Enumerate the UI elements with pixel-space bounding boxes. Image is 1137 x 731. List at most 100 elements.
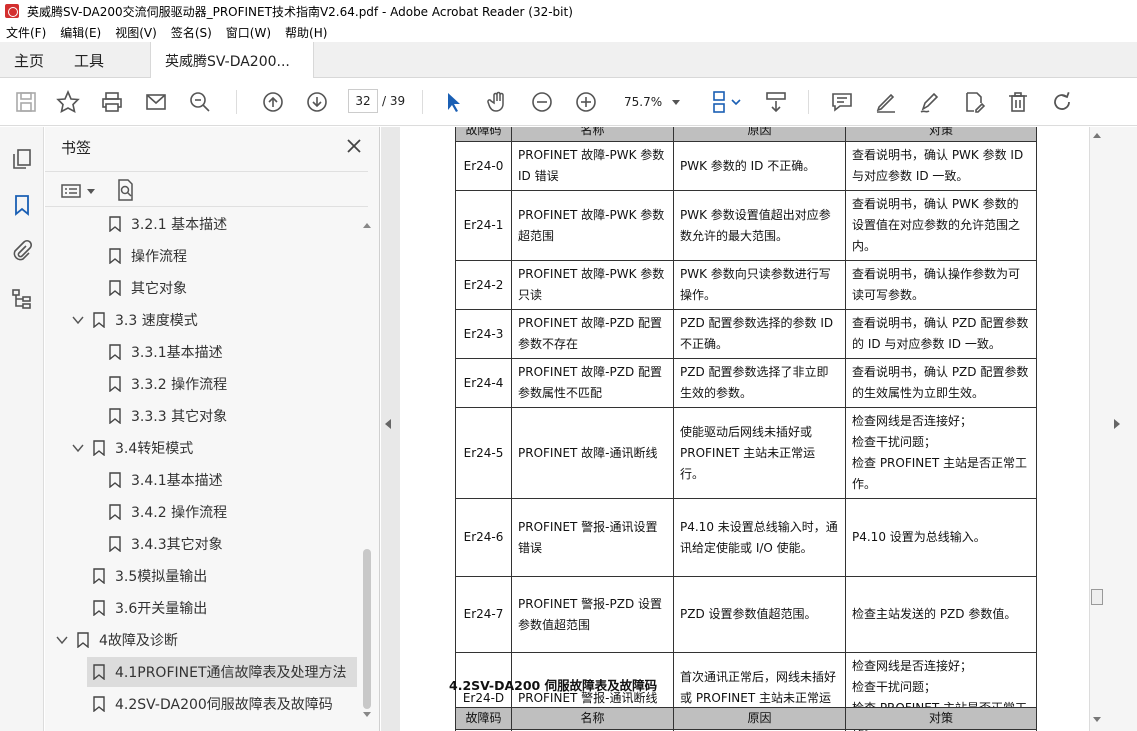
save-icon[interactable]: [12, 88, 40, 116]
fault-code: Er24-6: [455, 498, 512, 577]
bookmark-options-button[interactable]: [61, 180, 97, 202]
bookmark-item[interactable]: 操作流程: [109, 241, 187, 271]
bookmark-item[interactable]: 4故障及诊断: [55, 625, 178, 655]
menu-view[interactable]: 视图(V): [115, 24, 157, 41]
chevron-down-icon[interactable]: [71, 313, 85, 327]
collapse-left-panel-icon[interactable]: [385, 419, 391, 429]
hand-tool-icon[interactable]: [484, 88, 512, 116]
fault-code: Er24-2: [455, 260, 512, 310]
bookmark-label: 3.4转矩模式: [115, 441, 194, 457]
bookmark-item[interactable]: 3.3.2 操作流程: [109, 369, 227, 399]
menu-sign[interactable]: 签名(S): [171, 24, 212, 41]
chevron-down-icon[interactable]: [55, 633, 69, 647]
menu-edit[interactable]: 编辑(E): [60, 24, 101, 41]
bookmark-star-icon[interactable]: [54, 88, 82, 116]
document-scrollbar[interactable]: [1089, 127, 1105, 731]
delete-trash-icon[interactable]: [1004, 88, 1032, 116]
bookmark-item[interactable]: 3.3 速度模式: [71, 305, 198, 335]
chevron-down-icon: [87, 188, 95, 194]
bookmarks-panel-icon[interactable]: [8, 191, 36, 219]
zoom-search-icon[interactable]: [186, 88, 214, 116]
fault-action: P4.10 设置为总线输入。: [845, 498, 1037, 577]
expand-right-panel-icon[interactable]: [1114, 419, 1120, 429]
fault-code: Er24-3: [455, 309, 512, 359]
highlight-pen-icon[interactable]: [872, 88, 900, 116]
chevron-down-icon[interactable]: [71, 441, 85, 455]
scroll-up-icon[interactable]: [1093, 133, 1101, 138]
rotate-icon[interactable]: [1048, 88, 1076, 116]
table-header-cell: 原因: [673, 707, 846, 730]
bookmark-label: 4故障及诊断: [99, 633, 178, 649]
bookmark-icon: [109, 504, 121, 520]
bookmark-label: 4.2SV-DA200伺服故障表及故障码: [115, 697, 333, 713]
bookmark-item[interactable]: 3.4.2 操作流程: [109, 497, 227, 527]
scroll-down-icon[interactable]: [363, 712, 371, 717]
bookmark-item[interactable]: 3.3.1基本描述: [109, 337, 223, 367]
scroll-mode-icon[interactable]: [762, 88, 790, 116]
bookmark-icon: [109, 408, 121, 424]
fault-action: 查看说明书，确认 PZD 配置参数的生效属性为立即生效。: [845, 358, 1037, 408]
zoom-in-icon[interactable]: [572, 88, 600, 116]
menu-window[interactable]: 窗口(W): [226, 24, 271, 41]
table-header-row: 故障码 名称 原因 对策: [455, 707, 1037, 730]
title-bar: 英威腾SV-DA200交流伺服驱动器_PROFINET技术指南V2.64.pdf…: [0, 0, 1137, 22]
menu-file[interactable]: 文件(F): [6, 24, 46, 41]
attachments-icon[interactable]: [8, 237, 36, 265]
print-icon[interactable]: [98, 88, 126, 116]
bookmark-item[interactable]: 3.5模拟量输出: [93, 561, 207, 591]
fault-cause: 使能驱动后网线未插好或 PROFINET 主站未正常运行。: [673, 407, 846, 499]
zoom-level-value: 75.7%: [624, 95, 663, 109]
bookmark-item[interactable]: 3.2.1 基本描述: [109, 209, 227, 239]
close-icon[interactable]: [345, 137, 363, 155]
fault-action: 查看说明书，确认操作参数为可读可写参数。: [845, 260, 1037, 310]
bookmark-item[interactable]: 4.2SV-DA200伺服故障表及故障码: [93, 689, 333, 719]
bookmark-item[interactable]: 3.4.3其它对象: [109, 529, 223, 559]
bookmarks-scrollbar[interactable]: [360, 209, 374, 729]
menu-bar: 文件(F) 编辑(E) 视图(V) 签名(S) 窗口(W) 帮助(H): [0, 22, 1137, 42]
tab-tools[interactable]: 工具: [74, 42, 104, 78]
bookmark-icon: [109, 344, 121, 360]
edit-pdf-icon[interactable]: [960, 88, 988, 116]
scrollbar-thumb[interactable]: [1091, 589, 1103, 605]
next-page-icon[interactable]: [303, 88, 331, 116]
fault-cause: PZD 配置参数选择了非立即生效的参数。: [673, 358, 846, 408]
structure-tree-icon[interactable]: [8, 285, 36, 313]
bookmark-item[interactable]: 3.4转矩模式: [71, 433, 193, 463]
find-bookmark-icon[interactable]: [113, 178, 137, 202]
scroll-up-icon[interactable]: [363, 223, 371, 228]
tab-home[interactable]: 主页: [14, 42, 44, 78]
bookmarks-panel-title: 书签: [61, 139, 92, 157]
bookmark-item[interactable]: 其它对象: [109, 273, 187, 303]
tab-document[interactable]: 英威腾SV-DA200...: [150, 42, 314, 79]
bookmark-item[interactable]: 3.4.1基本描述: [109, 465, 223, 495]
page-view-icon[interactable]: [706, 88, 746, 116]
menu-help[interactable]: 帮助(H): [285, 24, 327, 41]
zoom-level-select[interactable]: 75.7%: [612, 91, 692, 113]
zoom-out-icon[interactable]: [528, 88, 556, 116]
bookmark-item-selected[interactable]: 4.1PROFINET通信故障表及处理方法: [87, 657, 357, 687]
scroll-down-icon[interactable]: [1093, 717, 1101, 722]
bookmark-item[interactable]: 3.6开关量输出: [93, 593, 207, 623]
table-row: Er24-5 PROFINET 故障-通讯断线 使能驱动后网线未插好或 PROF…: [455, 407, 1037, 499]
scrollbar-thumb[interactable]: [363, 549, 371, 709]
email-icon[interactable]: [142, 88, 170, 116]
bookmark-item[interactable]: 3.3.3 其它对象: [109, 401, 227, 431]
fault-name: PROFINET 故障-PWK 参数超范围: [511, 190, 674, 261]
fault-name: PROFINET 故障-PWK 参数 ID 错误: [511, 141, 674, 191]
table-header-cell: 对策: [845, 127, 1037, 142]
acrobat-logo-icon: [5, 4, 19, 18]
bookmark-label: 3.4.1基本描述: [131, 473, 223, 489]
bookmark-label: 3.3 速度模式: [115, 313, 198, 329]
fault-code: Er24-7: [455, 576, 512, 653]
bookmark-label: 3.3.1基本描述: [131, 345, 223, 361]
previous-page-icon[interactable]: [259, 88, 287, 116]
fault-name: PROFINET 故障-通讯断线: [511, 407, 674, 499]
fault-cause: PWK 参数向只读参数进行写操作。: [673, 260, 846, 310]
comment-icon[interactable]: [828, 88, 856, 116]
select-cursor-icon[interactable]: [440, 88, 468, 116]
bookmark-label: 3.3.3 其它对象: [131, 409, 228, 425]
page-thumbnails-icon[interactable]: [8, 145, 36, 173]
page-number-input[interactable]: 32: [348, 89, 378, 113]
draw-sign-icon[interactable]: [916, 88, 944, 116]
table-row: Er24-1 PROFINET 故障-PWK 参数超范围 PWK 参数设置值超出…: [455, 190, 1037, 261]
